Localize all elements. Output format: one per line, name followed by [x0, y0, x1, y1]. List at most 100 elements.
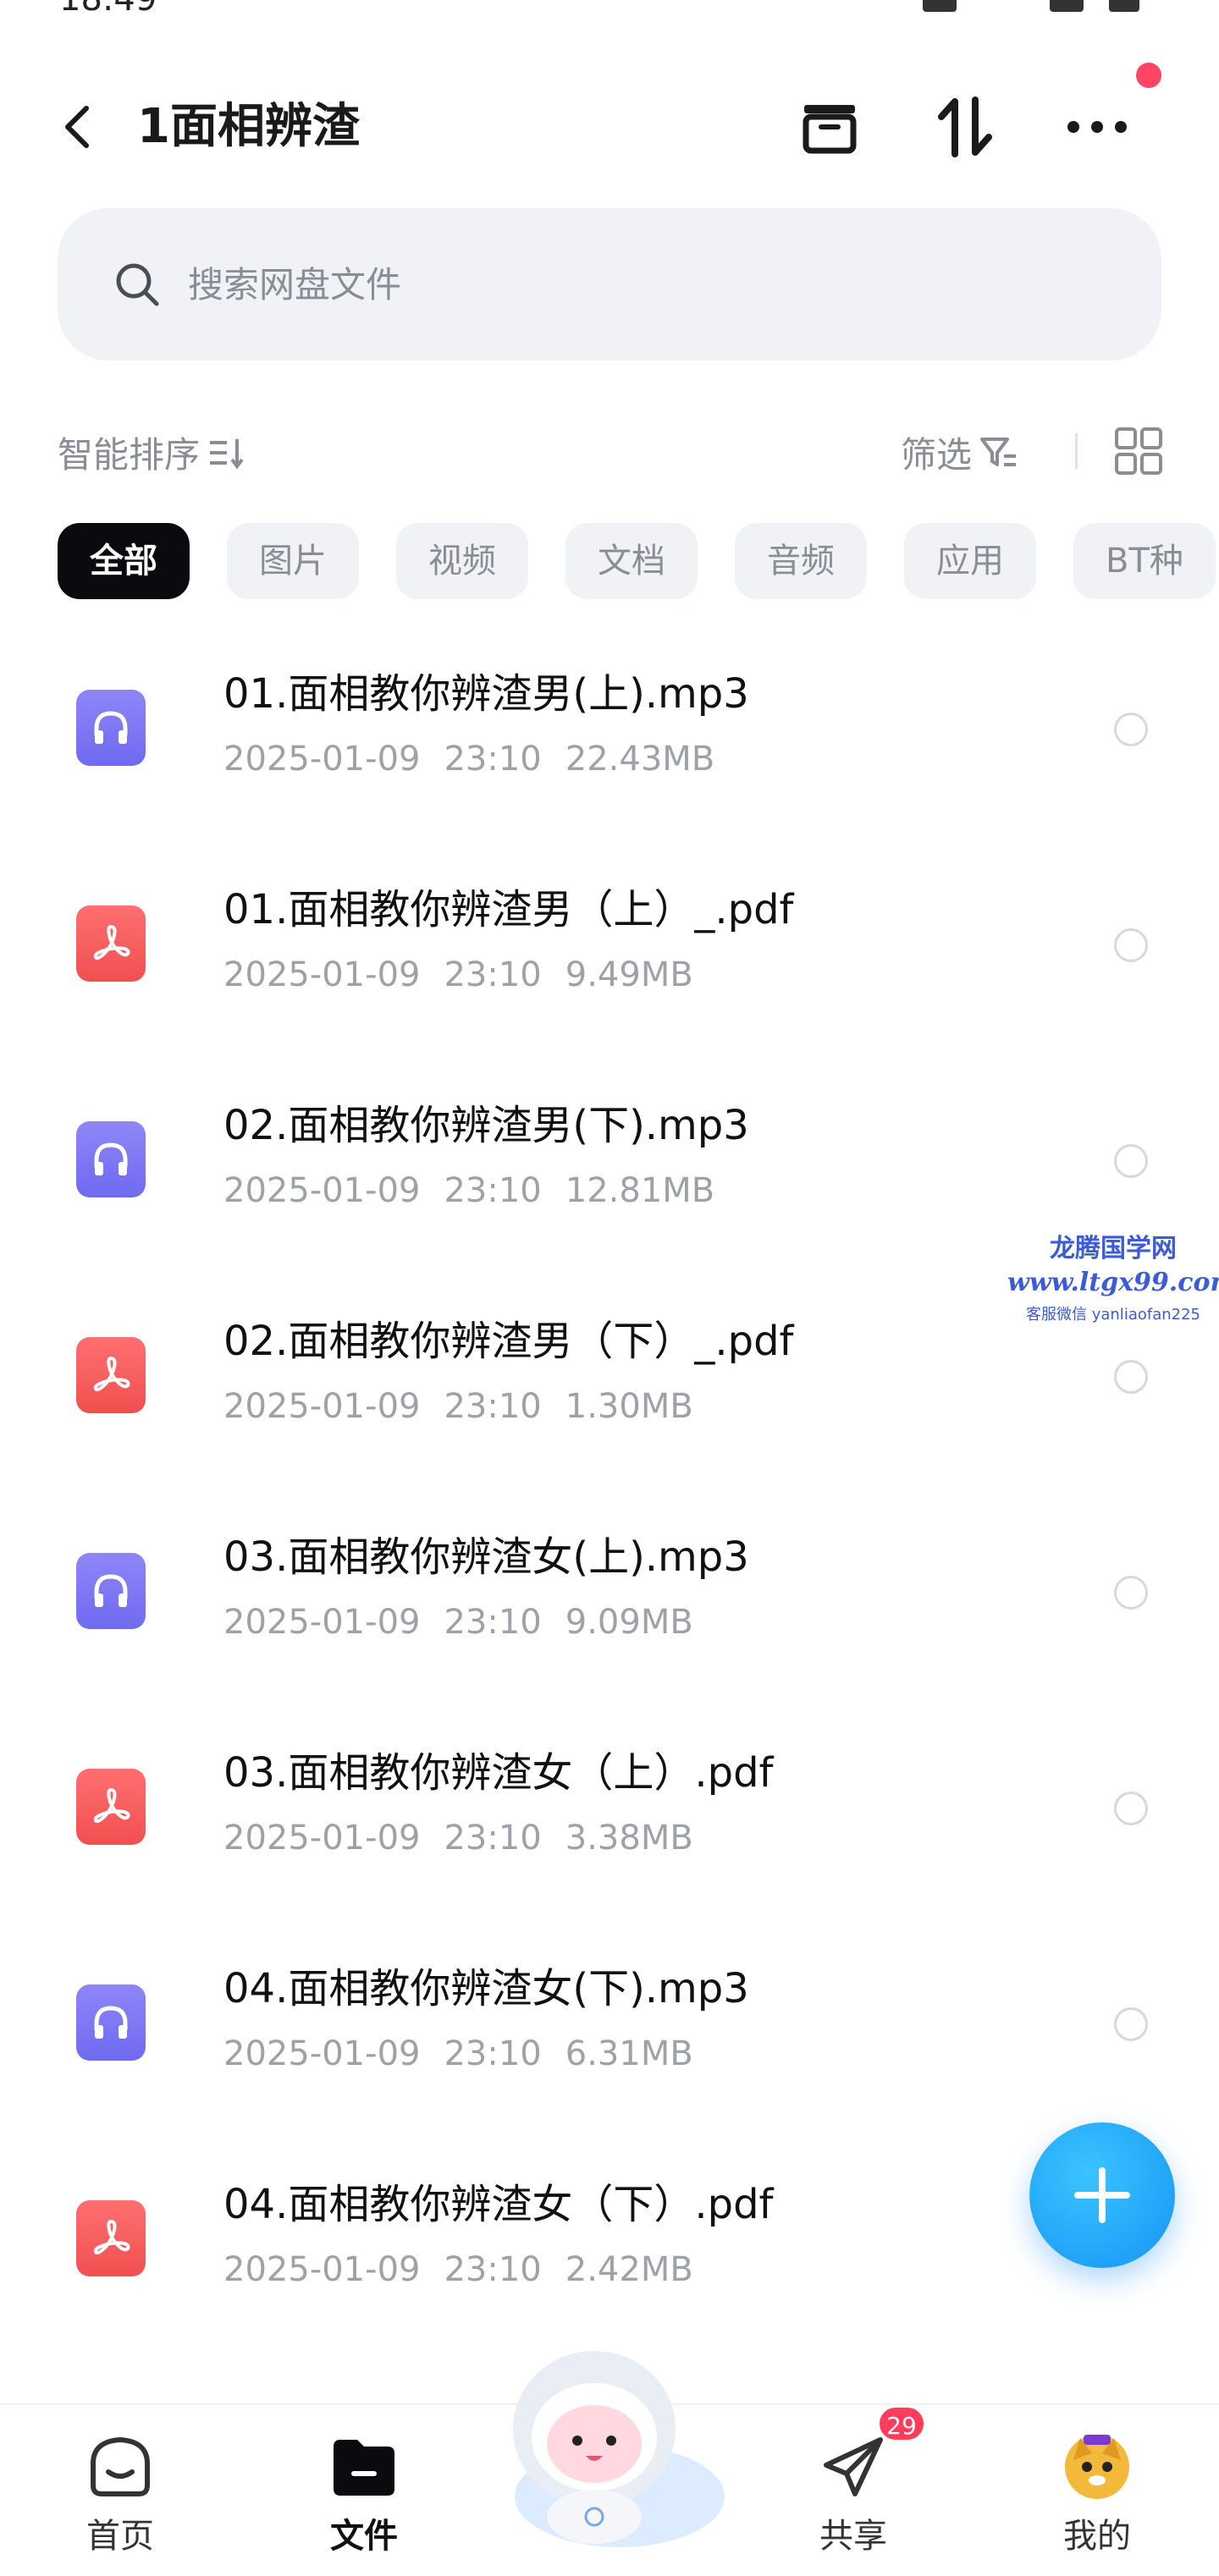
- audio-file-icon: [76, 1553, 146, 1629]
- tab-share[interactable]: 共享: [786, 2430, 921, 2557]
- more-button[interactable]: [1063, 93, 1131, 161]
- pdf-icon: [93, 1788, 130, 1824]
- file-date: 2025-01-09: [223, 1387, 421, 1426]
- select-checkbox[interactable]: [1114, 1576, 1148, 1610]
- filter-label: 筛选: [901, 434, 973, 476]
- file-time: 23:10: [444, 1171, 542, 1210]
- battery-icon: [1109, 0, 1139, 12]
- sim-icon: [923, 0, 957, 12]
- pdf-file-icon: [76, 2200, 146, 2276]
- sort-toolbar: 智能排序 筛选: [0, 415, 1219, 482]
- file-row[interactable]: 03.面相教你辨渣女（上）.pdf 2025-01-09 23:10 3.38MB: [0, 1722, 1219, 1938]
- filter-button[interactable]: 筛选: [901, 427, 1019, 478]
- smart-sort-button[interactable]: 智能排序: [58, 427, 247, 478]
- file-size: 9.49MB: [565, 955, 693, 994]
- file-meta: 2025-01-09 23:10 9.09MB: [223, 1601, 717, 1643]
- paper-plane-icon: [824, 2437, 883, 2496]
- file-time: 23:10: [444, 2250, 542, 2289]
- search-input[interactable]: [188, 263, 950, 305]
- plus-icon: [1074, 2167, 1130, 2223]
- mascot-icon[interactable]: [493, 2336, 726, 2556]
- archive-button[interactable]: [796, 93, 863, 161]
- chevron-left-icon: [65, 106, 89, 148]
- pdf-file-icon: [76, 1337, 146, 1413]
- file-date: 2025-01-09: [223, 2250, 421, 2289]
- select-checkbox[interactable]: [1114, 1144, 1148, 1178]
- file-size: 3.38MB: [565, 1819, 693, 1858]
- filter-chip[interactable]: BT种: [1073, 523, 1216, 599]
- category-chips: 全部 图片 视频 文档 音频 应用 BT种: [58, 523, 1219, 601]
- pdf-icon: [93, 1357, 130, 1392]
- transfer-arrows-icon: [938, 96, 992, 157]
- watermark-url: www.ltgx99.com: [1007, 1268, 1219, 1297]
- sort-transfer-button[interactable]: [931, 93, 999, 161]
- select-checkbox[interactable]: [1114, 1792, 1148, 1825]
- grid-view-icon[interactable]: [1114, 427, 1163, 476]
- watermark-contact: 客服微信 yanliaofan225: [1026, 1306, 1200, 1324]
- filter-chip[interactable]: 应用: [904, 523, 1036, 599]
- tab-mine-label: 我的: [1063, 2517, 1131, 2556]
- home-icon: [91, 2436, 150, 2496]
- headphones-icon: [94, 2006, 128, 2039]
- wifi-icon: [982, 0, 1016, 12]
- app-header: 1面相辨渣: [0, 76, 1219, 178]
- tab-mine[interactable]: 我的: [1029, 2430, 1165, 2557]
- file-size: 1.30MB: [565, 1387, 693, 1426]
- file-row[interactable]: 04.面相教你辨渣女(下).mp3 2025-01-09 23:10 6.31MB: [0, 1938, 1219, 2154]
- file-size: 6.31MB: [565, 2034, 693, 2073]
- file-name: 01.面相教你辨渣男（上）_.pdf: [223, 886, 794, 933]
- tab-home-label: 首页: [86, 2517, 154, 2556]
- file-meta: 2025-01-09 23:10 9.49MB: [223, 954, 717, 996]
- file-date: 2025-01-09: [223, 1603, 421, 1642]
- headphones-icon: [94, 711, 128, 744]
- select-checkbox[interactable]: [1114, 713, 1148, 746]
- watermark: 龙腾国学网 www.ltgx99.com 客服微信 yanliaofan225: [1007, 1227, 1219, 1324]
- file-date: 2025-01-09: [223, 1819, 421, 1858]
- filter-chip[interactable]: 全部: [58, 523, 190, 599]
- file-time: 23:10: [444, 1603, 542, 1642]
- file-size: 22.43MB: [565, 740, 715, 779]
- tab-files[interactable]: 文件: [296, 2430, 432, 2557]
- file-date: 2025-01-09: [223, 955, 421, 994]
- tab-share-label: 共享: [819, 2517, 887, 2556]
- filter-chip[interactable]: 图片: [227, 523, 359, 599]
- pdf-file-icon: [76, 905, 146, 982]
- headphones-icon: [94, 1574, 128, 1607]
- file-list: 01.面相教你辨渣男(上).mp3 2025-01-09 23:10 22.43MB 0…: [0, 643, 1219, 2370]
- toolbar-divider: [1075, 433, 1078, 469]
- status-bar: 18:49: [0, 0, 1219, 25]
- select-checkbox[interactable]: [1114, 2007, 1148, 2041]
- file-meta: 2025-01-09 23:10 3.38MB: [223, 1817, 717, 1859]
- file-time: 23:10: [444, 955, 542, 994]
- archive-icon: [803, 105, 857, 154]
- back-button[interactable]: [54, 100, 102, 154]
- file-name: 03.面相教你辨渣女(上).mp3: [223, 1533, 749, 1581]
- share-badge: 29: [877, 2405, 926, 2442]
- sort-icon: [210, 438, 244, 469]
- audio-file-icon: [76, 690, 146, 766]
- file-time: 23:10: [444, 1819, 542, 1858]
- filter-chip[interactable]: 文档: [565, 523, 698, 599]
- tab-files-label: 文件: [330, 2517, 398, 2556]
- file-meta: 2025-01-09 23:10 22.43MB: [223, 738, 738, 780]
- tab-home[interactable]: 首页: [52, 2430, 188, 2557]
- filter-chip[interactable]: 音频: [735, 523, 867, 599]
- file-row[interactable]: 01.面相教你辨渣男（上）_.pdf 2025-01-09 23:10 9.49MB: [0, 859, 1219, 1075]
- file-name: 04.面相教你辨渣女（下）.pdf: [223, 2181, 774, 2228]
- filter-chip[interactable]: 视频: [396, 523, 528, 599]
- file-row[interactable]: 01.面相教你辨渣男(上).mp3 2025-01-09 23:10 22.43MB: [0, 643, 1219, 859]
- file-name: 02.面相教你辨渣男（下）_.pdf: [223, 1318, 794, 1365]
- file-date: 2025-01-09: [223, 1171, 421, 1210]
- file-meta: 2025-01-09 23:10 2.42MB: [223, 2248, 717, 2291]
- file-row[interactable]: 03.面相教你辨渣女(上).mp3 2025-01-09 23:10 9.09MB: [0, 1506, 1219, 1722]
- add-button[interactable]: [1029, 2122, 1175, 2268]
- select-checkbox[interactable]: [1114, 1360, 1148, 1394]
- search-bar[interactable]: [58, 208, 1161, 361]
- select-checkbox[interactable]: [1114, 928, 1148, 962]
- avatar: [1065, 2435, 1129, 2499]
- file-name: 01.面相教你辨渣男(上).mp3: [223, 670, 749, 718]
- file-meta: 2025-01-09 23:10 12.81MB: [223, 1170, 738, 1212]
- file-name: 02.面相教你辨渣男(下).mp3: [223, 1102, 749, 1149]
- sort-label: 智能排序: [58, 434, 201, 476]
- page-title: 1面相辨渣: [137, 99, 360, 154]
